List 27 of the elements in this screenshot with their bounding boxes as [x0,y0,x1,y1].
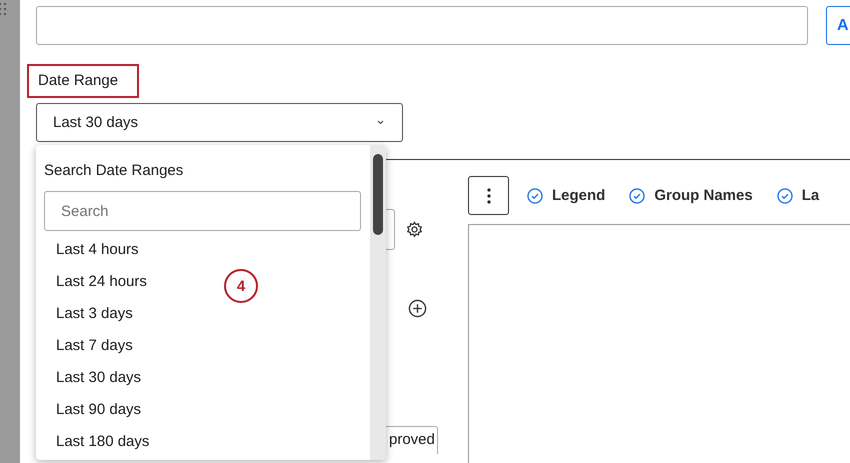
menu-item[interactable]: Last 24 hours [44,266,159,298]
add-button[interactable]: A [826,6,850,45]
scroll-thumb[interactable] [373,154,383,235]
settings-icon[interactable] [406,221,423,238]
date-range-label: Date Range [27,64,140,98]
menu-item[interactable]: Last 90 days [44,394,154,426]
chevron-icon [377,120,384,125]
check-circle-icon[interactable] [776,188,793,204]
menu-item[interactable]: Last 4 hours [44,234,151,266]
date-range-select[interactable]: Last 30 days [36,103,403,142]
dropdown-title: Search Date Ranges [44,162,184,179]
add-icon[interactable] [408,299,427,318]
check-circle-icon[interactable] [527,188,543,204]
toggle-label: Legend [552,187,606,204]
name-field[interactable] [36,6,808,45]
scrollbar[interactable] [370,145,386,460]
toggle-label: La [802,187,820,204]
kebab-icon [486,188,490,204]
more-button[interactable] [468,176,509,215]
search-field[interactable]: Search [44,191,361,231]
menu-item[interactable]: Last 30 days [44,362,154,394]
check-circle-icon[interactable] [629,188,646,204]
menu-item[interactable]: Last 3 days [44,298,145,330]
menu-item[interactable]: Last 7 days [44,330,145,362]
toggle-label: Group Names [654,187,753,204]
callout-badge: 4 [224,269,258,303]
menu-item[interactable]: Last 180 days [44,426,162,458]
